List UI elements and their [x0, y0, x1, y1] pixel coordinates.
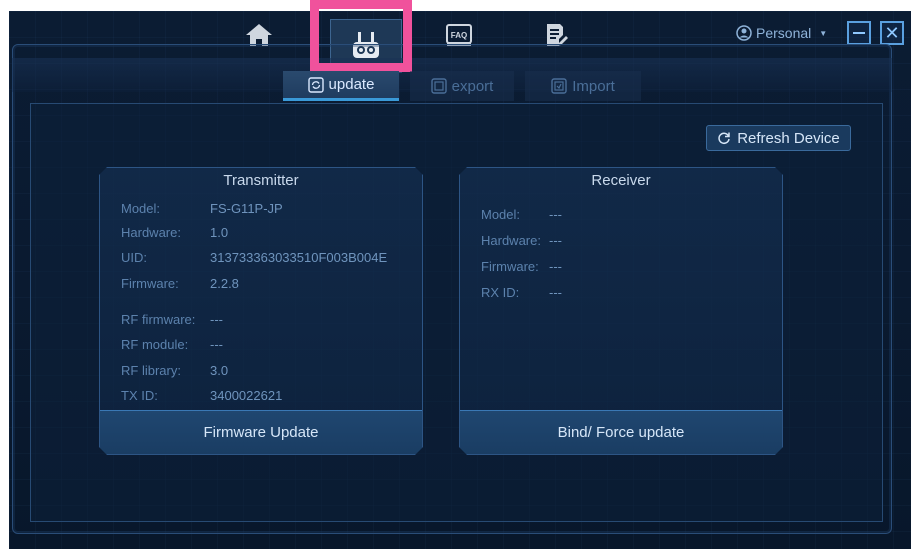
- field-label: RF firmware:: [121, 312, 196, 327]
- update-icon: [307, 76, 324, 93]
- tab-import[interactable]: Import: [525, 71, 641, 101]
- field-label: Hardware:: [481, 233, 541, 248]
- close-button[interactable]: ✕: [880, 21, 904, 45]
- field-value: 3.0: [210, 363, 229, 378]
- rx-hardware-row: Hardware: ---: [481, 233, 562, 248]
- tab-update-label: update: [328, 76, 375, 93]
- field-value: ---: [549, 207, 562, 222]
- export-icon: [430, 78, 447, 94]
- tx-model-row: Model: FS-G11P-JP: [121, 201, 283, 216]
- minimize-icon: [853, 32, 865, 34]
- receiver-panel: Receiver Model: --- Hardware: --- Firmwa…: [459, 167, 783, 455]
- field-value: 1.0: [210, 225, 229, 240]
- minimize-button[interactable]: [847, 21, 871, 45]
- field-value: ---: [549, 259, 562, 274]
- transmitter-panel: Transmitter Model: FS-G11P-JP Hardware: …: [99, 167, 423, 455]
- tx-uid-row: UID: 313733363033510F003B004E: [121, 250, 387, 265]
- tab-import-label: Import: [572, 77, 615, 95]
- tab-export[interactable]: export: [410, 71, 514, 101]
- chevron-down-icon: ▼: [819, 28, 828, 38]
- field-label: Firmware:: [481, 259, 539, 274]
- field-label: Model:: [121, 201, 161, 216]
- field-value: 313733363033510F003B004E: [210, 250, 388, 265]
- field-value: ---: [549, 285, 562, 300]
- import-icon: [551, 78, 567, 94]
- tx-firmware-row: Firmware: 2.2.8: [121, 276, 239, 291]
- svg-text:FAQ: FAQ: [451, 31, 467, 40]
- refresh-label: Refresh Device: [737, 129, 840, 147]
- field-value: 3400022621: [210, 388, 283, 403]
- field-label: RF module:: [121, 337, 189, 352]
- field-value: ---: [210, 337, 223, 352]
- refresh-device-button[interactable]: Refresh Device: [706, 125, 851, 151]
- field-label: RX ID:: [481, 285, 520, 300]
- tx-hardware-row: Hardware: 1.0: [121, 225, 228, 240]
- field-label: Firmware:: [121, 276, 179, 291]
- field-label: UID:: [121, 250, 147, 265]
- transmitter-title: Transmitter: [223, 172, 299, 189]
- tab-update[interactable]: update: [283, 71, 399, 101]
- user-label: Personal: [756, 25, 812, 41]
- close-icon: ✕: [884, 23, 900, 43]
- user-menu[interactable]: Personal ▼: [736, 25, 827, 41]
- tx-rf-library-row: RF library: 3.0: [121, 363, 228, 378]
- user-icon: [736, 25, 752, 41]
- tx-rf-module-row: RF module: ---: [121, 337, 223, 352]
- receiver-title: Receiver: [591, 172, 651, 189]
- field-label: RF library:: [121, 363, 181, 378]
- field-label: Hardware:: [121, 225, 181, 240]
- tx-rf-firmware-row: RF firmware: ---: [121, 312, 223, 327]
- field-value: 2.2.8: [210, 276, 239, 291]
- refresh-icon: [718, 132, 730, 145]
- field-value: ---: [210, 312, 223, 327]
- firmware-update-button[interactable]: Firmware Update: [100, 410, 422, 454]
- rx-firmware-row: Firmware: ---: [481, 259, 562, 274]
- field-value: FS-G11P-JP: [210, 201, 283, 216]
- tx-id-row: TX ID: 3400022621: [121, 388, 282, 403]
- field-value: ---: [549, 233, 562, 248]
- field-label: Model:: [481, 207, 521, 222]
- bind-force-update-button[interactable]: Bind/ Force update: [460, 410, 782, 454]
- rx-model-row: Model: ---: [481, 207, 562, 222]
- rx-id-row: RX ID: ---: [481, 285, 562, 300]
- field-label: TX ID:: [121, 388, 158, 403]
- tab-export-label: export: [451, 77, 494, 95]
